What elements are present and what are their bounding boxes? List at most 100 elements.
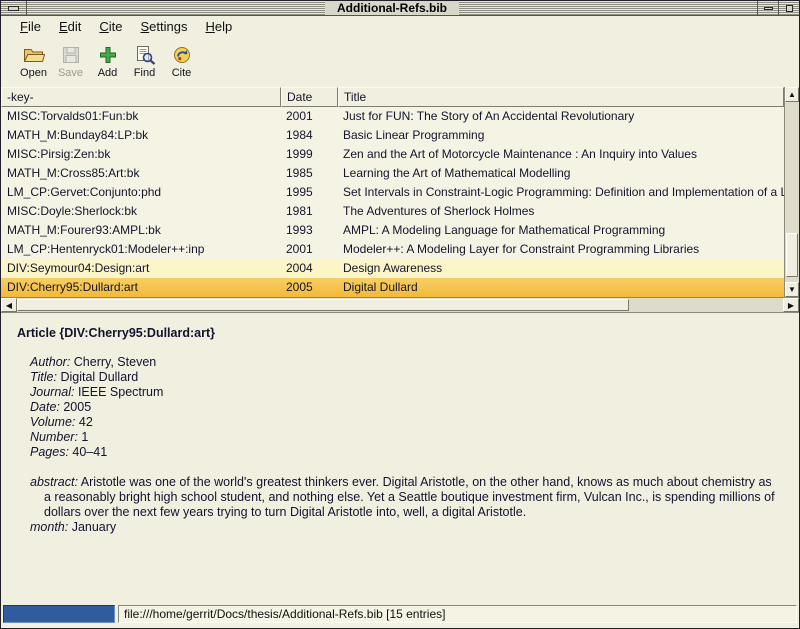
menu-item-edit[interactable]: Edit [50, 17, 90, 36]
month-label: month: [30, 520, 68, 534]
table-row[interactable]: MISC:Pirsig:Zen:bk1999Zen and the Art of… [1, 145, 784, 164]
cell-title: Learning the Art of Mathematical Modelli… [338, 164, 784, 183]
detail-field-pages: Pages: 40–41 [30, 445, 779, 460]
window-menu-button[interactable] [1, 1, 27, 15]
table-row[interactable]: MISC:Doyle:Sherlock:bk1981The Adventures… [1, 202, 784, 221]
cell-date: 2001 [281, 240, 338, 259]
toolbar: OpenSave Add Find Cite [1, 37, 799, 87]
cell-key: MISC:Doyle:Sherlock:bk [1, 202, 281, 221]
detail-field-label: Volume: [30, 415, 79, 429]
cell-key: LM_CP:Gervet:Conjunto:phd [1, 183, 281, 202]
column-header-title[interactable]: Title [338, 87, 784, 107]
table-main: -key- Date Title MISC:Torvalds01:Fun:bk2… [1, 87, 784, 297]
cell-title: Modeler++: A Modeling Layer for Constrai… [338, 240, 784, 259]
toolbar-button-label: Add [98, 67, 118, 79]
table-row[interactable]: MATH_M:Bunday84:LP:bk1984Basic Linear Pr… [1, 126, 784, 145]
detail-fields: Author: Cherry, StevenTitle: Digital Dul… [17, 355, 779, 460]
cell-date: 2004 [281, 259, 338, 278]
entry-detail-panel: Article {DIV:Cherry95:Dullard:art} Autho… [1, 313, 799, 604]
cell-title: The Adventures of Sherlock Holmes [338, 202, 784, 221]
detail-field-author: Author: Cherry, Steven [30, 355, 779, 370]
detail-field-label: Title: [30, 370, 60, 384]
maximize-button[interactable] [778, 1, 799, 15]
cell-key: MATH_M:Cross85:Art:bk [1, 164, 281, 183]
scroll-left-button[interactable]: ◀ [1, 298, 17, 312]
detail-field-label: Pages: [30, 445, 72, 459]
table-row[interactable]: MISC:Torvalds01:Fun:bk2001Just for FUN: … [1, 107, 784, 126]
progress-bar [3, 605, 115, 623]
detail-field-label: Journal: [30, 385, 78, 399]
toolbar-button-add[interactable]: Add [89, 41, 126, 79]
menu-item-file[interactable]: File [11, 17, 50, 36]
scroll-up-button[interactable]: ▲ [785, 87, 799, 102]
detail-field-label: Date: [30, 400, 63, 414]
table-rows: MISC:Torvalds01:Fun:bk2001Just for FUN: … [1, 107, 784, 297]
vertical-scrollbar[interactable]: ▲ ▼ [784, 87, 799, 297]
scroll-down-button[interactable]: ▼ [785, 282, 799, 297]
detail-field-date: Date: 2005 [30, 400, 779, 415]
find-magnifier-icon [134, 43, 156, 65]
app-window: Additional-Refs.bib FileEditCiteSettings… [0, 0, 800, 629]
table-row[interactable]: DIV:Seymour04:Design:art2004Design Aware… [1, 259, 784, 278]
month-line: month: January [30, 520, 779, 535]
toolbar-button-find[interactable]: Find [126, 41, 163, 79]
detail-field-title: Title: Digital Dullard [30, 370, 779, 385]
toolbar-button-cite[interactable]: Cite [163, 41, 200, 79]
horizontal-scrollbar[interactable]: ◀ ▶ [1, 297, 799, 313]
cell-key: MISC:Pirsig:Zen:bk [1, 145, 281, 164]
detail-field-label: Number: [30, 430, 81, 444]
horizontal-scrollbar-thumb[interactable] [17, 299, 629, 311]
toolbar-button-open[interactable]: Open [15, 41, 52, 79]
detail-field-label: Author: [30, 355, 74, 369]
column-header-key[interactable]: -key- [1, 87, 281, 107]
detail-field-volume: Volume: 42 [30, 415, 779, 430]
vertical-scrollbar-thumb[interactable] [786, 233, 798, 277]
cell-key: DIV:Seymour04:Design:art [1, 259, 281, 278]
cell-title: AMPL: A Modeling Language for Mathematic… [338, 221, 784, 240]
cell-key: LM_CP:Hentenryck01:Modeler++:inp [1, 240, 281, 259]
table-row[interactable]: LM_CP:Gervet:Conjunto:phd1995Set Interva… [1, 183, 784, 202]
menu-item-help[interactable]: Help [196, 17, 241, 36]
cell-key: DIV:Cherry95:Dullard:art [1, 278, 281, 297]
cite-icon [172, 43, 192, 65]
cell-title: Digital Dullard [338, 278, 784, 297]
toolbar-button-save[interactable]: Save [52, 41, 89, 79]
table-row[interactable]: LM_CP:Hentenryck01:Modeler++:inp2001Mode… [1, 240, 784, 259]
status-bar: file:///home/gerrit/Docs/thesis/Addition… [1, 604, 799, 624]
cell-key: MISC:Torvalds01:Fun:bk [1, 107, 281, 126]
status-text: file:///home/gerrit/Docs/thesis/Addition… [118, 605, 797, 623]
cell-title: Set Intervals in Constraint-Logic Progra… [338, 183, 784, 202]
entry-heading: Article {DIV:Cherry95:Dullard:art} [17, 326, 779, 341]
detail-field-value: 42 [79, 415, 93, 429]
add-plus-icon [98, 43, 118, 65]
detail-field-number: Number: 1 [30, 430, 779, 445]
detail-field-value: Cherry, Steven [74, 355, 156, 369]
toolbar-button-label: Cite [172, 67, 192, 79]
maximize-icon [786, 5, 793, 12]
cell-title: Basic Linear Programming [338, 126, 784, 145]
cell-key: MATH_M:Fourer93:AMPL:bk [1, 221, 281, 240]
table-row[interactable]: MATH_M:Cross85:Art:bk1985Learning the Ar… [1, 164, 784, 183]
detail-field-value: 2005 [63, 400, 91, 414]
titlebar-stripes [459, 1, 757, 15]
minimize-button[interactable] [757, 1, 778, 15]
table-row[interactable]: MATH_M:Fourer93:AMPL:bk1993AMPL: A Model… [1, 221, 784, 240]
title-bar: Additional-Refs.bib [1, 1, 799, 16]
column-header-date[interactable]: Date [281, 87, 338, 107]
scroll-right-button[interactable]: ▶ [783, 298, 799, 312]
menu-item-settings[interactable]: Settings [132, 17, 197, 36]
cell-date: 1999 [281, 145, 338, 164]
table-row[interactable]: DIV:Cherry95:Dullard:art2005Digital Dull… [1, 278, 784, 297]
cell-title: Design Awareness [338, 259, 784, 278]
cell-key: MATH_M:Bunday84:LP:bk [1, 126, 281, 145]
menu-item-cite[interactable]: Cite [90, 17, 131, 36]
cell-date: 1984 [281, 126, 338, 145]
detail-field-value: 1 [81, 430, 88, 444]
bottom-padding [1, 624, 799, 628]
cell-title: Just for FUN: The Story of An Accidental… [338, 107, 784, 126]
detail-field-journal: Journal: IEEE Spectrum [30, 385, 779, 400]
cell-date: 2001 [281, 107, 338, 126]
abstract-paragraph: abstract: Aristotle was one of the world… [30, 475, 779, 520]
reference-table: -key- Date Title MISC:Torvalds01:Fun:bk2… [1, 87, 799, 297]
window-menu-icon [8, 6, 19, 11]
